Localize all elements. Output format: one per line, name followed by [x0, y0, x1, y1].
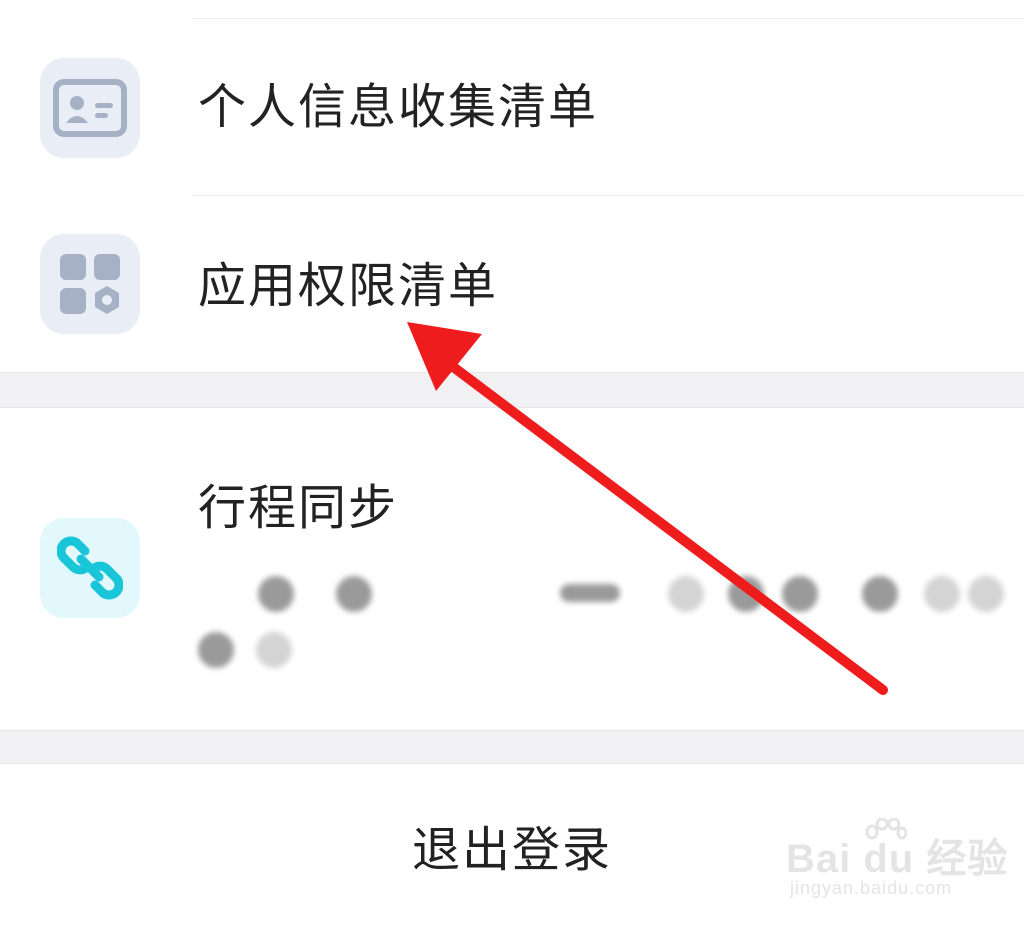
id-card-icon: [40, 58, 140, 158]
trip-sync-label: 行程同步: [198, 480, 399, 536]
menu-item-personal-info-list[interactable]: 个人信息收集清单: [0, 20, 1024, 195]
section-gap: [0, 730, 1024, 764]
menu-item-label: 个人信息收集清单: [198, 79, 599, 135]
watermark-url: jingyan.baidu.com: [790, 878, 953, 898]
paw-icon: [865, 818, 908, 840]
baidu-jingyan-watermark: Bai du 经验 jingyan.baidu.com: [786, 818, 1007, 908]
link-icon: [40, 518, 140, 618]
menu-item-app-permission-list[interactable]: 应用权限清单: [0, 196, 1024, 372]
menu-item-label: 应用权限清单: [198, 258, 499, 314]
apps-grid-icon: [40, 234, 140, 334]
section-gap: [0, 372, 1024, 408]
menu-item-trip-sync[interactable]: 行程同步: [0, 408, 1024, 730]
redacted-description: [198, 572, 1004, 668]
divider-top: [192, 18, 1024, 19]
